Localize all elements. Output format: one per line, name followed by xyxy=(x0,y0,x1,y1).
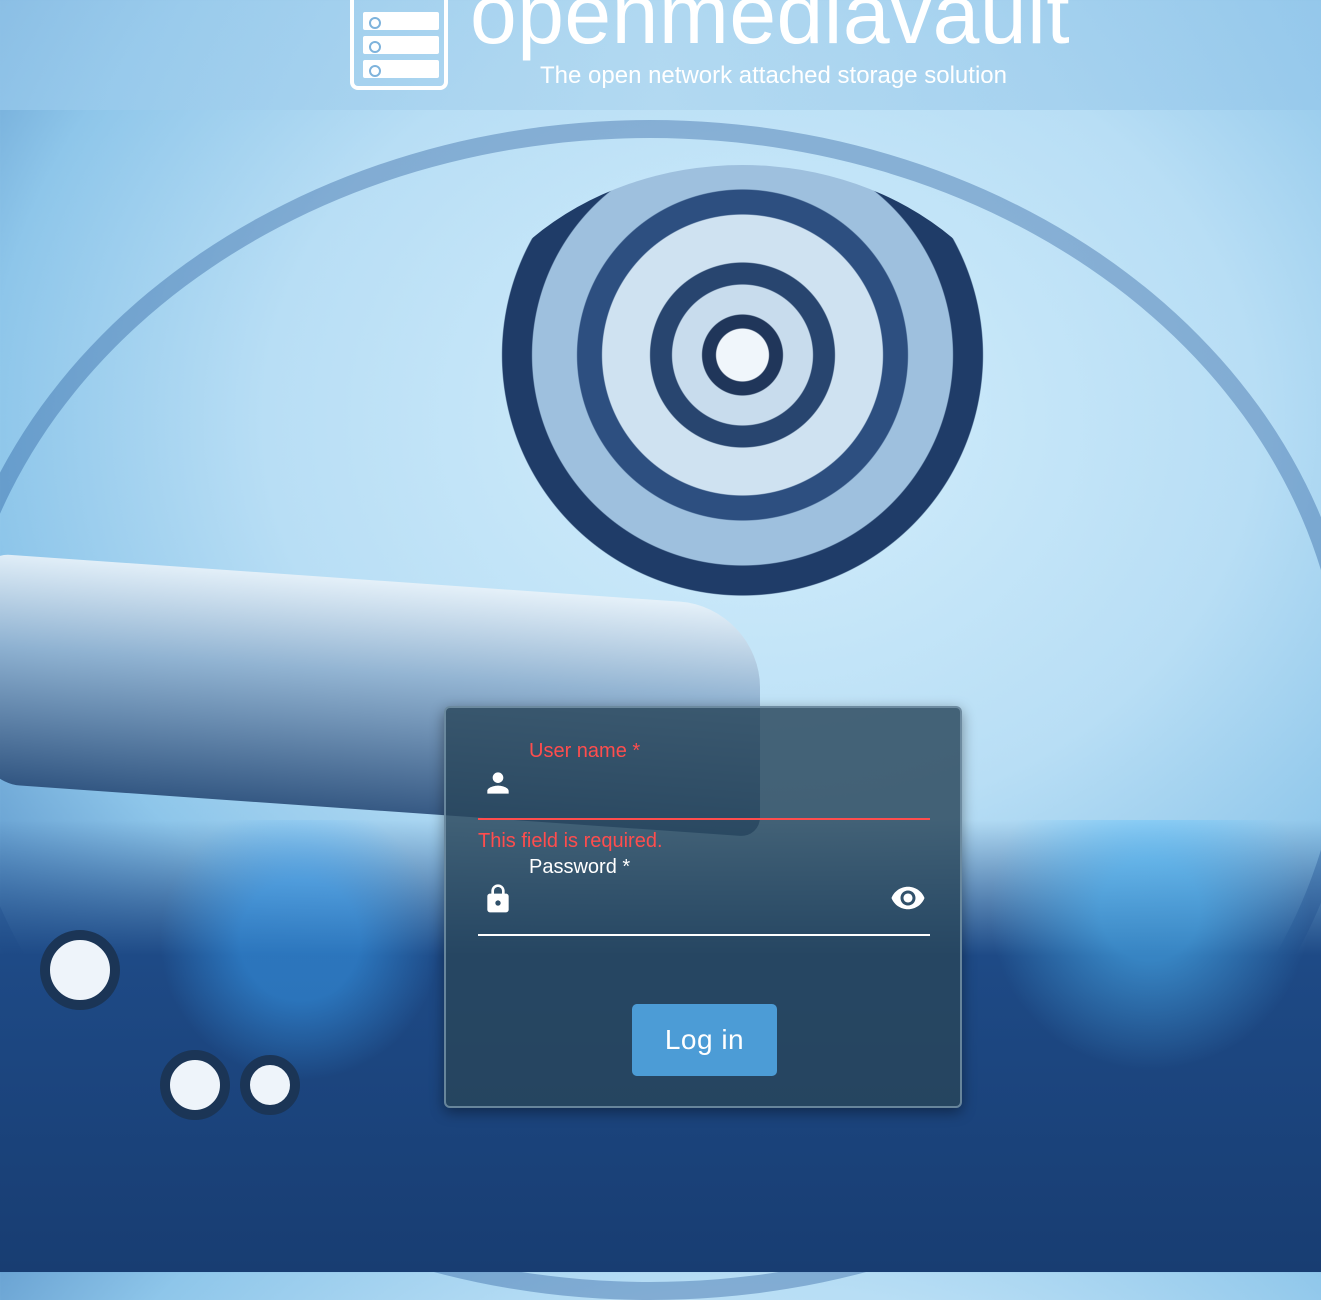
lock-icon xyxy=(482,880,514,923)
login-form: User name * This field is required. Pass… xyxy=(444,706,962,1108)
username-label: User name * xyxy=(529,740,641,762)
background-screw xyxy=(160,1050,230,1120)
password-underline xyxy=(478,934,930,936)
background-screw xyxy=(40,930,120,1010)
background-screw xyxy=(240,1055,300,1115)
username-input[interactable] xyxy=(528,768,872,804)
username-underline xyxy=(478,818,930,820)
header-bar: openmediavault The open network attached… xyxy=(0,0,1321,110)
username-error: This field is required. xyxy=(478,830,663,852)
password-input[interactable] xyxy=(528,884,872,920)
eye-icon[interactable] xyxy=(888,880,928,921)
password-label: Password * xyxy=(529,856,631,878)
brand-name: openmediavault xyxy=(470,0,1071,61)
brand-tagline: The open network attached storage soluti… xyxy=(540,62,1007,89)
background-spindle xyxy=(445,165,1040,665)
logo-icon xyxy=(350,0,448,90)
login-button[interactable]: Log in xyxy=(632,1004,777,1076)
person-icon xyxy=(482,766,514,805)
